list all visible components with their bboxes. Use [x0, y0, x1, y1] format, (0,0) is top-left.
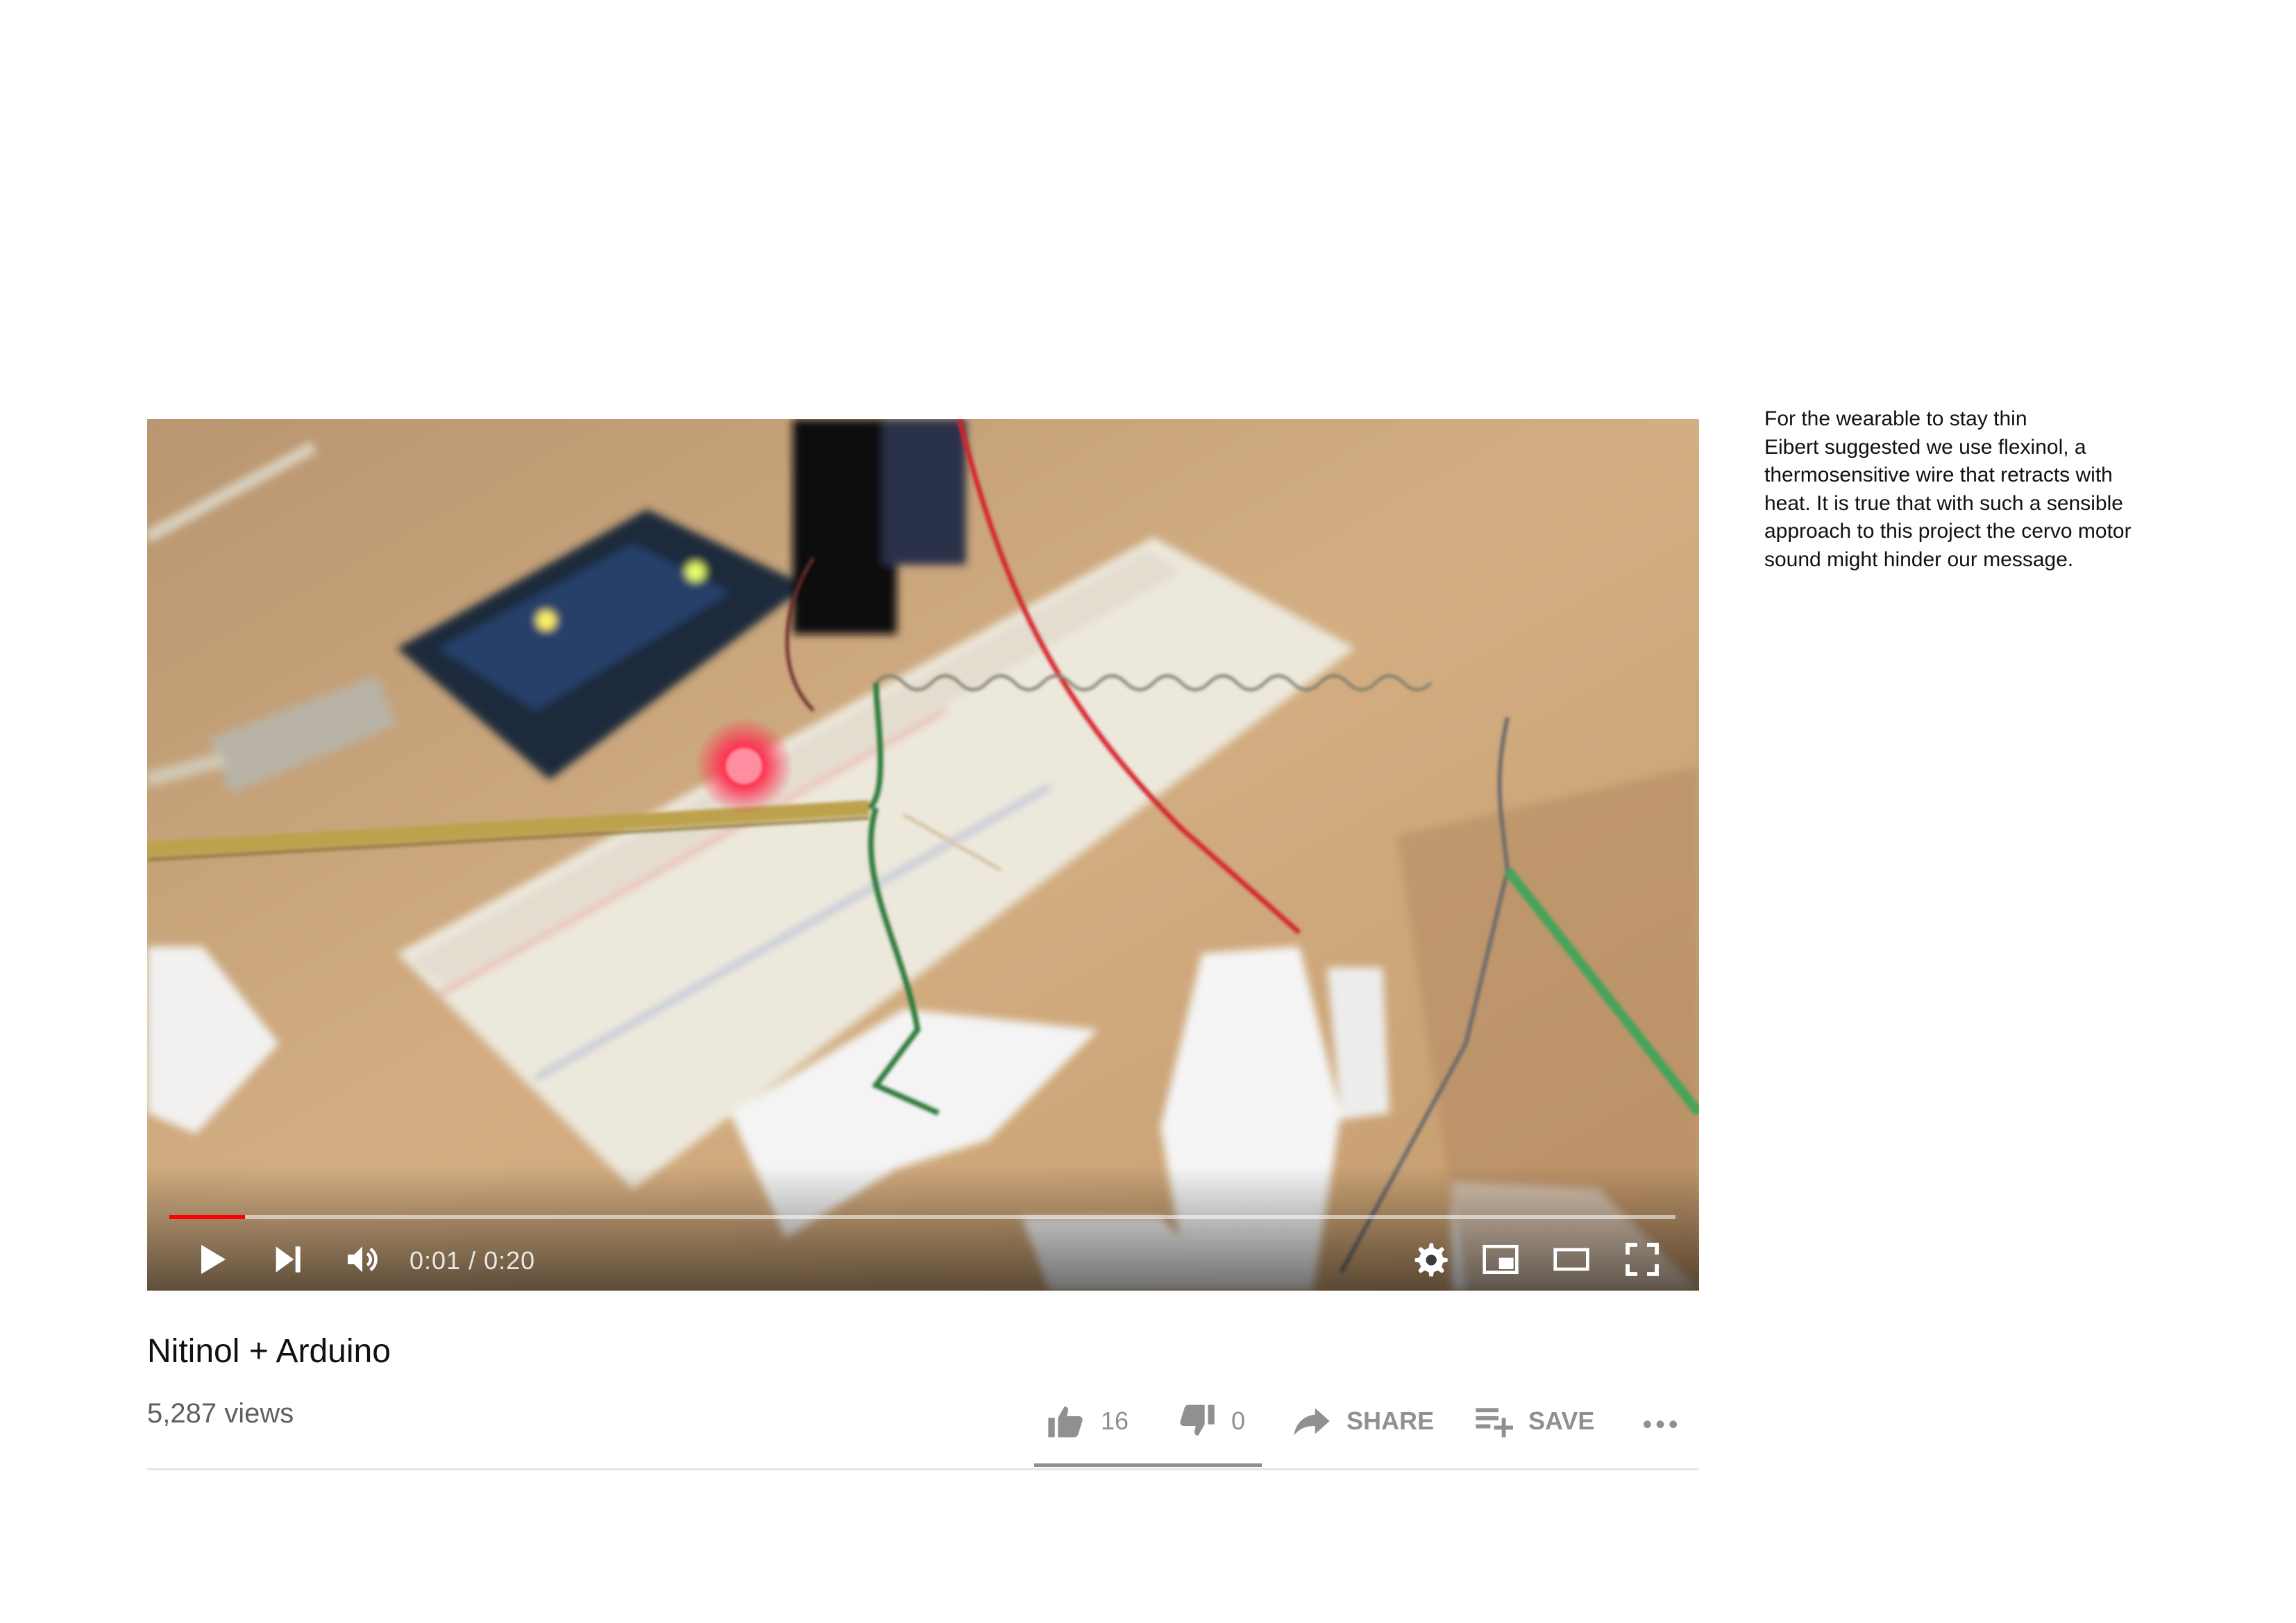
share-label: SHARE — [1347, 1407, 1435, 1435]
progress-bar[interactable] — [169, 1215, 1675, 1219]
progress-bar-played — [169, 1215, 245, 1219]
playlist-add-icon — [1476, 1408, 1513, 1438]
play-button[interactable] — [189, 1237, 233, 1282]
next-icon — [276, 1246, 301, 1273]
divider — [147, 1468, 1699, 1470]
miniplayer-icon — [1483, 1245, 1519, 1274]
video-title: Nitinol + Arduino — [147, 1333, 391, 1370]
thumbs-up-icon — [1048, 1407, 1083, 1438]
more-actions-button[interactable] — [1641, 1399, 1695, 1443]
miniplayer-button[interactable] — [1478, 1237, 1523, 1282]
save-label: SAVE — [1528, 1407, 1595, 1435]
fullscreen-icon — [1626, 1243, 1659, 1276]
like-button[interactable]: 16 — [1047, 1399, 1129, 1443]
fullscreen-button[interactable] — [1620, 1237, 1664, 1282]
dislike-count: 0 — [1231, 1407, 1246, 1435]
save-button[interactable]: SAVE — [1474, 1399, 1594, 1443]
view-count: 5,287 views — [147, 1398, 294, 1429]
play-icon — [201, 1245, 226, 1274]
next-button[interactable] — [265, 1237, 310, 1282]
volume-button[interactable] — [340, 1237, 385, 1282]
gear-icon — [1415, 1243, 1448, 1277]
volume-icon — [348, 1246, 378, 1273]
dislike-button[interactable]: 0 — [1177, 1399, 1245, 1443]
share-arrow-icon — [1294, 1408, 1330, 1436]
like-count: 16 — [1101, 1407, 1129, 1435]
like-bar — [1034, 1463, 1262, 1467]
video-player[interactable]: 0:01 / 0:20 — [147, 419, 1699, 1291]
time-display: 0:01 / 0:20 — [410, 1246, 536, 1275]
more-dots-icon — [1643, 1420, 1678, 1429]
settings-button[interactable] — [1408, 1237, 1452, 1282]
theater-icon — [1553, 1248, 1589, 1271]
theater-button[interactable] — [1549, 1237, 1594, 1282]
video-frame[interactable] — [147, 419, 1699, 1291]
side-note: For the wearable to stay thin Eibert sug… — [1764, 407, 2132, 571]
thumbs-down-icon — [1180, 1404, 1215, 1436]
share-button[interactable]: SHARE — [1292, 1399, 1434, 1443]
